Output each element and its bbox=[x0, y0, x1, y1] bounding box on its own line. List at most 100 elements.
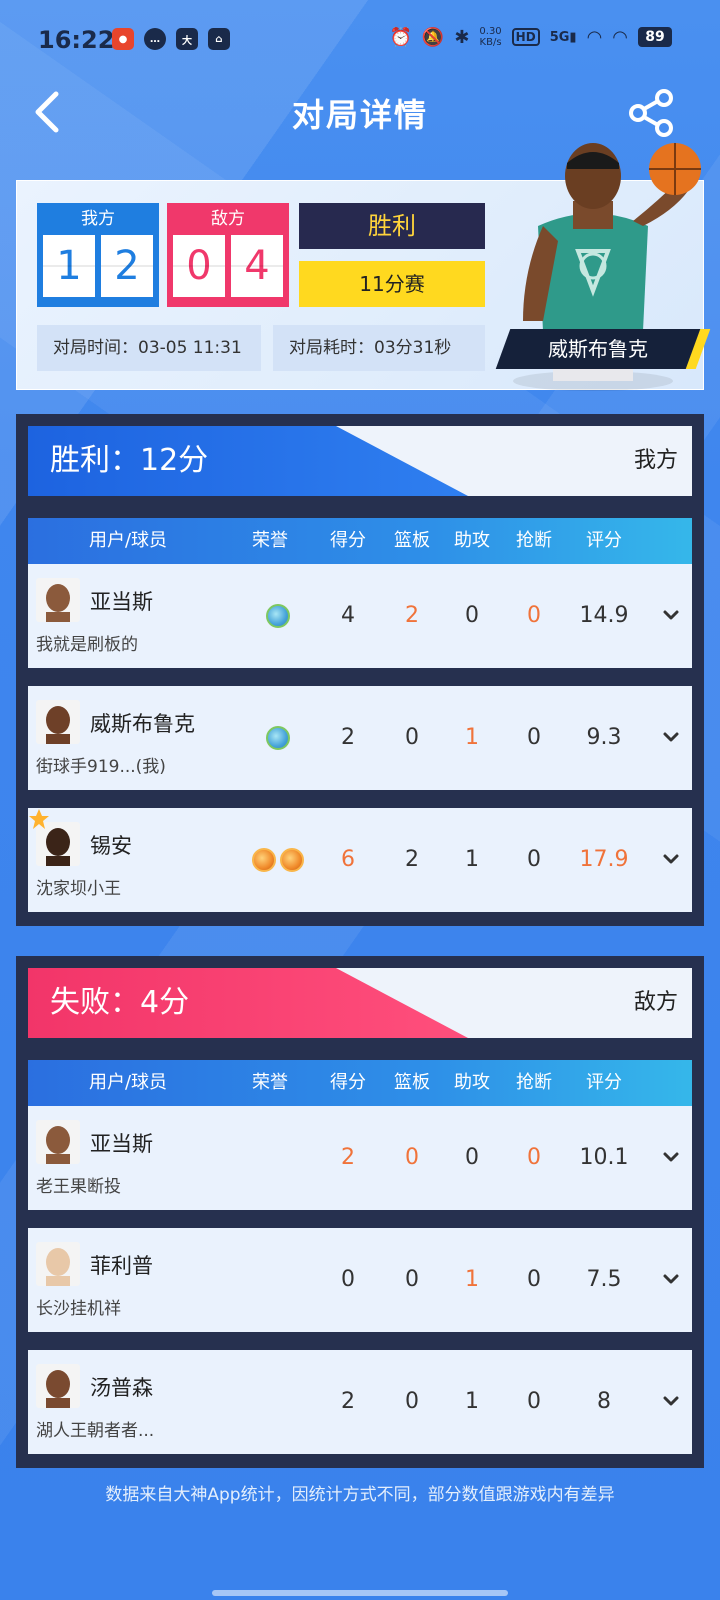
col-header-honor: 荣誉 bbox=[252, 530, 288, 551]
player-name: 锡安 bbox=[90, 834, 132, 858]
hero-name: 威斯布鲁克 bbox=[548, 337, 648, 361]
player-row[interactable]: 汤普森 湖人王朝者者... 2 0 1 0 8 bbox=[28, 1350, 692, 1454]
stat-stl: 0 bbox=[527, 603, 541, 628]
notification-icons: ● … 大 ⌂ bbox=[112, 28, 230, 50]
stat-reb: 2 bbox=[405, 847, 419, 872]
col-header-honor: 荣誉 bbox=[252, 1072, 288, 1093]
my-score-digit: 2 bbox=[101, 235, 153, 297]
match-summary-card: 我方 1 2 敌方 0 4 胜利 11分赛 对局时间：03-05 11:31 对… bbox=[16, 143, 711, 391]
col-header-assist: 助攻 bbox=[454, 1072, 490, 1093]
col-header-player: 用户/球员 bbox=[88, 1072, 168, 1093]
hd-icon: HD bbox=[511, 28, 540, 46]
user-name: 沈家坝小王 bbox=[36, 879, 121, 899]
col-header-score: 得分 bbox=[330, 1072, 366, 1093]
stat-rating: 14.9 bbox=[579, 603, 629, 628]
alarm-icon: ⏰ bbox=[389, 26, 412, 48]
stat-score: 2 bbox=[341, 1389, 355, 1414]
stat-stl: 0 bbox=[527, 1389, 541, 1414]
home-indicator[interactable] bbox=[212, 1590, 508, 1596]
user-name: 街球手919...(我) bbox=[36, 757, 166, 777]
stat-score: 0 bbox=[341, 1267, 355, 1292]
col-header-player: 用户/球员 bbox=[88, 530, 168, 551]
match-time: 对局时间：03-05 11:31 bbox=[37, 325, 261, 371]
honor-medal-icon[interactable] bbox=[280, 848, 304, 872]
battery-indicator: 89 bbox=[638, 27, 672, 47]
stat-stl: 0 bbox=[527, 725, 541, 750]
player-avatar bbox=[36, 1364, 80, 1408]
chevron-down-icon[interactable] bbox=[662, 850, 680, 868]
stat-ast: 1 bbox=[465, 725, 479, 750]
honor-medal-icon[interactable] bbox=[266, 726, 290, 750]
team-side-label: 敌方 bbox=[633, 990, 678, 1015]
win-team-header: 胜利：12分 我方 bbox=[28, 426, 692, 496]
honor-medal-icon[interactable] bbox=[266, 604, 290, 628]
status-bar: 16:22 ● … 大 ⌂ ⏰ 🔕 ✱ 0.30 KB/s HD 5G▮ ◠ ◠… bbox=[0, 0, 720, 80]
my-team-score: 我方 1 2 bbox=[37, 203, 159, 307]
col-header-score: 得分 bbox=[330, 530, 366, 551]
team-side-label: 我方 bbox=[633, 448, 678, 473]
player-avatar bbox=[36, 578, 80, 622]
game-icon: ⌂ bbox=[208, 28, 230, 50]
app-notification-icon: ● bbox=[112, 28, 134, 50]
player-name: 亚当斯 bbox=[90, 1132, 153, 1156]
chevron-down-icon[interactable] bbox=[662, 1270, 680, 1288]
stat-reb: 2 bbox=[405, 603, 419, 628]
lose-team-rows: 亚当斯 老王果断投 2 0 0 0 10.1 菲利普 长沙挂机祥 0 0 1 0 7.5 汤普森 湖人王朝者者… bbox=[28, 1106, 692, 1454]
honor-medal-icon[interactable] bbox=[252, 848, 276, 872]
team-result-text: 胜利：12分 bbox=[50, 443, 209, 478]
player-avatar bbox=[36, 700, 80, 744]
stat-reb: 0 bbox=[405, 1389, 419, 1414]
network-speed: 0.30 KB/s bbox=[479, 26, 502, 48]
stat-ast: 0 bbox=[465, 1145, 479, 1170]
enemy-team-label: 敌方 bbox=[211, 209, 245, 229]
chevron-down-icon[interactable] bbox=[662, 728, 680, 746]
honor-medals[interactable] bbox=[266, 726, 290, 750]
honor-medals[interactable] bbox=[252, 848, 304, 872]
stat-stl: 0 bbox=[527, 1267, 541, 1292]
player-row[interactable]: 菲利普 长沙挂机祥 0 0 1 0 7.5 bbox=[28, 1228, 692, 1332]
user-name: 湖人王朝者者... bbox=[36, 1421, 155, 1441]
game-mode-badge: 11分赛 bbox=[299, 261, 485, 307]
player-avatar bbox=[36, 1242, 80, 1286]
user-name: 我就是刷板的 bbox=[36, 635, 138, 655]
win-team-rows: 亚当斯 我就是刷板的 4 2 0 0 14.9 威斯布鲁克 街球手919...(我) 2 0 1 0 9.… bbox=[28, 564, 692, 912]
stat-ast: 0 bbox=[465, 603, 479, 628]
chevron-down-icon[interactable] bbox=[662, 1148, 680, 1166]
message-icon: … bbox=[144, 28, 166, 50]
stat-stl: 0 bbox=[527, 1145, 541, 1170]
my-team-label: 我方 bbox=[81, 209, 115, 229]
col-header-steal: 抢断 bbox=[516, 1072, 552, 1093]
bluetooth-icon: ✱ bbox=[454, 26, 470, 48]
mvp-star-icon bbox=[28, 808, 50, 830]
stat-rating: 17.9 bbox=[579, 847, 629, 872]
honor-medals[interactable] bbox=[266, 604, 290, 628]
player-row[interactable]: 亚当斯 老王果断投 2 0 0 0 10.1 bbox=[28, 1106, 692, 1210]
player-row[interactable]: 亚当斯 我就是刷板的 4 2 0 0 14.9 bbox=[28, 564, 692, 668]
team-result-text: 失败：4分 bbox=[50, 985, 190, 1020]
enemy-score-digit: 0 bbox=[173, 235, 225, 297]
col-header-rebound: 篮板 bbox=[394, 1072, 430, 1093]
chevron-down-icon[interactable] bbox=[662, 606, 680, 624]
stat-rating: 7.5 bbox=[586, 1267, 622, 1292]
player-avatar bbox=[36, 1120, 80, 1164]
col-header-assist: 助攻 bbox=[454, 530, 490, 551]
match-duration: 对局耗时：03分31秒 bbox=[273, 325, 485, 371]
stat-reb: 0 bbox=[405, 1145, 419, 1170]
player-name: 汤普森 bbox=[90, 1376, 153, 1400]
stats-table-header: 用户/球员 荣誉 得分 篮板 助攻 抢断 评分 bbox=[28, 518, 692, 564]
stats-table-header: 用户/球员 荣誉 得分 篮板 助攻 抢断 评分 bbox=[28, 1060, 692, 1106]
win-team-panel: 胜利：12分 我方 用户/球员 荣誉 得分 篮板 助攻 抢断 评分 亚当斯 我就是… bbox=[16, 414, 704, 926]
stat-reb: 0 bbox=[405, 1267, 419, 1292]
player-name: 威斯布鲁克 bbox=[90, 712, 195, 736]
player-name: 菲利普 bbox=[90, 1254, 153, 1278]
player-row[interactable]: 锡安 沈家坝小王 6 2 1 0 17.9 bbox=[28, 808, 692, 912]
user-name: 老王果断投 bbox=[36, 1177, 121, 1197]
player-row[interactable]: 威斯布鲁克 街球手919...(我) 2 0 1 0 9.3 bbox=[28, 686, 692, 790]
stat-reb: 0 bbox=[405, 725, 419, 750]
col-header-rebound: 篮板 bbox=[394, 530, 430, 551]
my-score-digit: 1 bbox=[43, 235, 95, 297]
lose-team-panel: 失败：4分 敌方 用户/球员 荣誉 得分 篮板 助攻 抢断 评分 亚当斯老王果断… bbox=[16, 956, 704, 1468]
chevron-down-icon[interactable] bbox=[662, 1392, 680, 1410]
mute-icon: 🔕 bbox=[421, 26, 445, 48]
wifi-icon: ◠ bbox=[586, 26, 603, 48]
